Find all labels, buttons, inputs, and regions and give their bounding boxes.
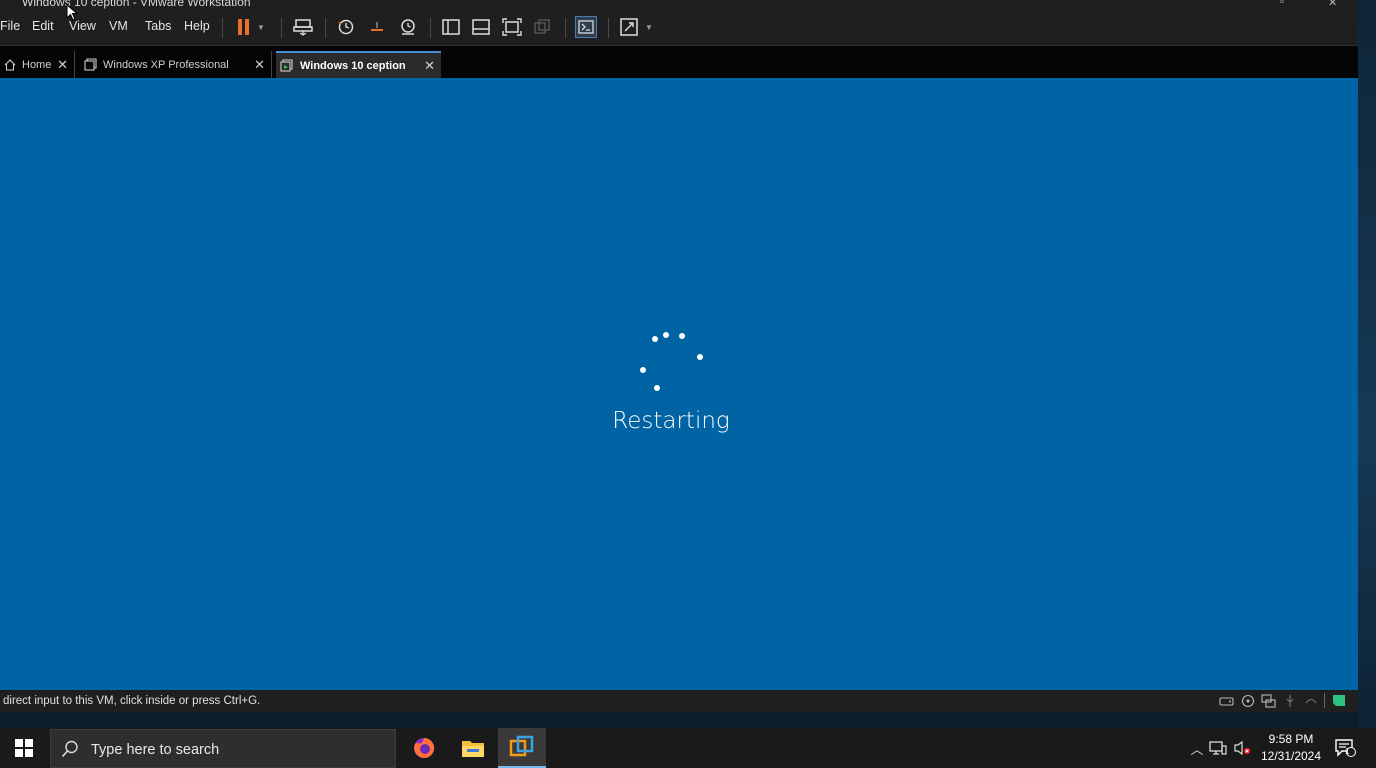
menu-tabs[interactable]: Tabs [145, 19, 171, 33]
snapshot-manager-icon[interactable] [397, 16, 419, 38]
full-screen-icon[interactable] [501, 16, 523, 38]
show-library-icon[interactable] [440, 16, 462, 38]
notification-count-badge: 1 [1345, 746, 1350, 756]
close-icon[interactable]: ✕ [57, 57, 68, 73]
desktop-background [1358, 0, 1376, 728]
action-center-button[interactable]: 1 [1330, 728, 1360, 768]
dropdown-arrow-icon[interactable]: ▼ [642, 16, 656, 38]
home-icon [4, 58, 16, 71]
tab-label: Windows XP Professional [103, 58, 229, 71]
menu-bar: File Edit View VM Tabs Help ▼ ▼ [0, 10, 1358, 46]
start-button[interactable] [0, 728, 48, 768]
menu-help[interactable]: Help [184, 19, 210, 33]
network-icon[interactable] [1206, 740, 1230, 756]
toolbar-separator [608, 18, 609, 38]
taskbar-clock[interactable]: 9:58 PM 12/31/2024 [1256, 731, 1326, 765]
status-message: direct input to this VM, click inside or… [3, 695, 261, 707]
toolbar-separator [281, 18, 282, 38]
file-explorer-icon[interactable] [449, 728, 497, 768]
tab-label: Windows 10 ception [300, 59, 406, 72]
title-bar[interactable]: Windows 10 ception - VMware Workstation … [0, 0, 1358, 10]
vm-running-icon [280, 59, 294, 72]
snapshot-icon[interactable] [335, 16, 357, 38]
windows-taskbar: ︿ 9:58 PM 12/31/2024 1 [0, 728, 1376, 768]
clock-date: 12/31/2024 [1260, 749, 1322, 763]
mouse-cursor-icon [66, 3, 79, 27]
cd-dvd-icon[interactable] [1240, 693, 1255, 708]
windows-logo-icon [15, 739, 33, 757]
close-icon[interactable]: ✕ [1328, 0, 1337, 9]
sound-card-icon[interactable] [1303, 693, 1318, 708]
pause-icon[interactable] [232, 16, 254, 38]
vmware-workstation-icon[interactable] [498, 728, 546, 768]
menu-file[interactable]: File [0, 19, 20, 33]
taskbar-search-box[interactable] [50, 729, 396, 768]
tab-bar: Home ✕ Windows XP Professional ✕ Windows… [0, 46, 1358, 78]
search-icon [61, 740, 79, 763]
toolbar-separator [222, 18, 223, 38]
system-tray: ︿ [1188, 728, 1254, 768]
close-icon[interactable]: ✕ [254, 57, 265, 73]
tab-label: Home [22, 58, 52, 71]
firefox-icon[interactable] [400, 728, 448, 768]
vm-icon [84, 58, 97, 71]
hard-disk-icon[interactable] [1219, 693, 1234, 708]
network-adapter-icon[interactable] [1261, 693, 1276, 708]
stretch-guest-icon[interactable] [618, 16, 640, 38]
console-view-icon[interactable] [575, 16, 597, 38]
toolbar-separator [325, 18, 326, 38]
toolbar-separator [565, 18, 566, 38]
window-title: Windows 10 ception - VMware Workstation [22, 0, 251, 9]
show-thumbnail-bar-icon[interactable] [470, 16, 492, 38]
clock-time: 9:58 PM [1268, 732, 1314, 746]
message-log-icon[interactable] [1331, 693, 1346, 708]
tab-windows-xp[interactable]: Windows XP Professional ✕ [80, 51, 272, 78]
status-bar: direct input to this VM, click inside or… [0, 690, 1358, 712]
restarting-message: Restarting [612, 408, 730, 434]
unity-icon[interactable] [531, 16, 553, 38]
search-input[interactable] [89, 738, 383, 762]
vm-display[interactable]: Restarting [0, 78, 1358, 690]
menu-vm[interactable]: VM [109, 19, 128, 33]
vmware-window: Windows 10 ception - VMware Workstation … [0, 0, 1358, 712]
usb-icon[interactable] [1282, 693, 1297, 708]
dropdown-arrow-icon[interactable]: ▼ [254, 16, 268, 38]
tab-windows-10-ception[interactable]: Windows 10 ception ✕ [276, 51, 441, 78]
maximize-icon[interactable]: ▫ [1280, 0, 1284, 8]
send-ctrl-alt-del-icon[interactable] [292, 16, 314, 38]
menu-edit[interactable]: Edit [32, 19, 54, 33]
volume-muted-icon[interactable] [1230, 740, 1254, 756]
tab-home[interactable]: Home ✕ [0, 51, 75, 78]
show-hidden-icons-chevron-icon[interactable]: ︿ [1188, 739, 1206, 758]
close-icon[interactable]: ✕ [424, 58, 435, 74]
toolbar-separator [430, 18, 431, 38]
revert-snapshot-icon[interactable] [366, 16, 388, 38]
